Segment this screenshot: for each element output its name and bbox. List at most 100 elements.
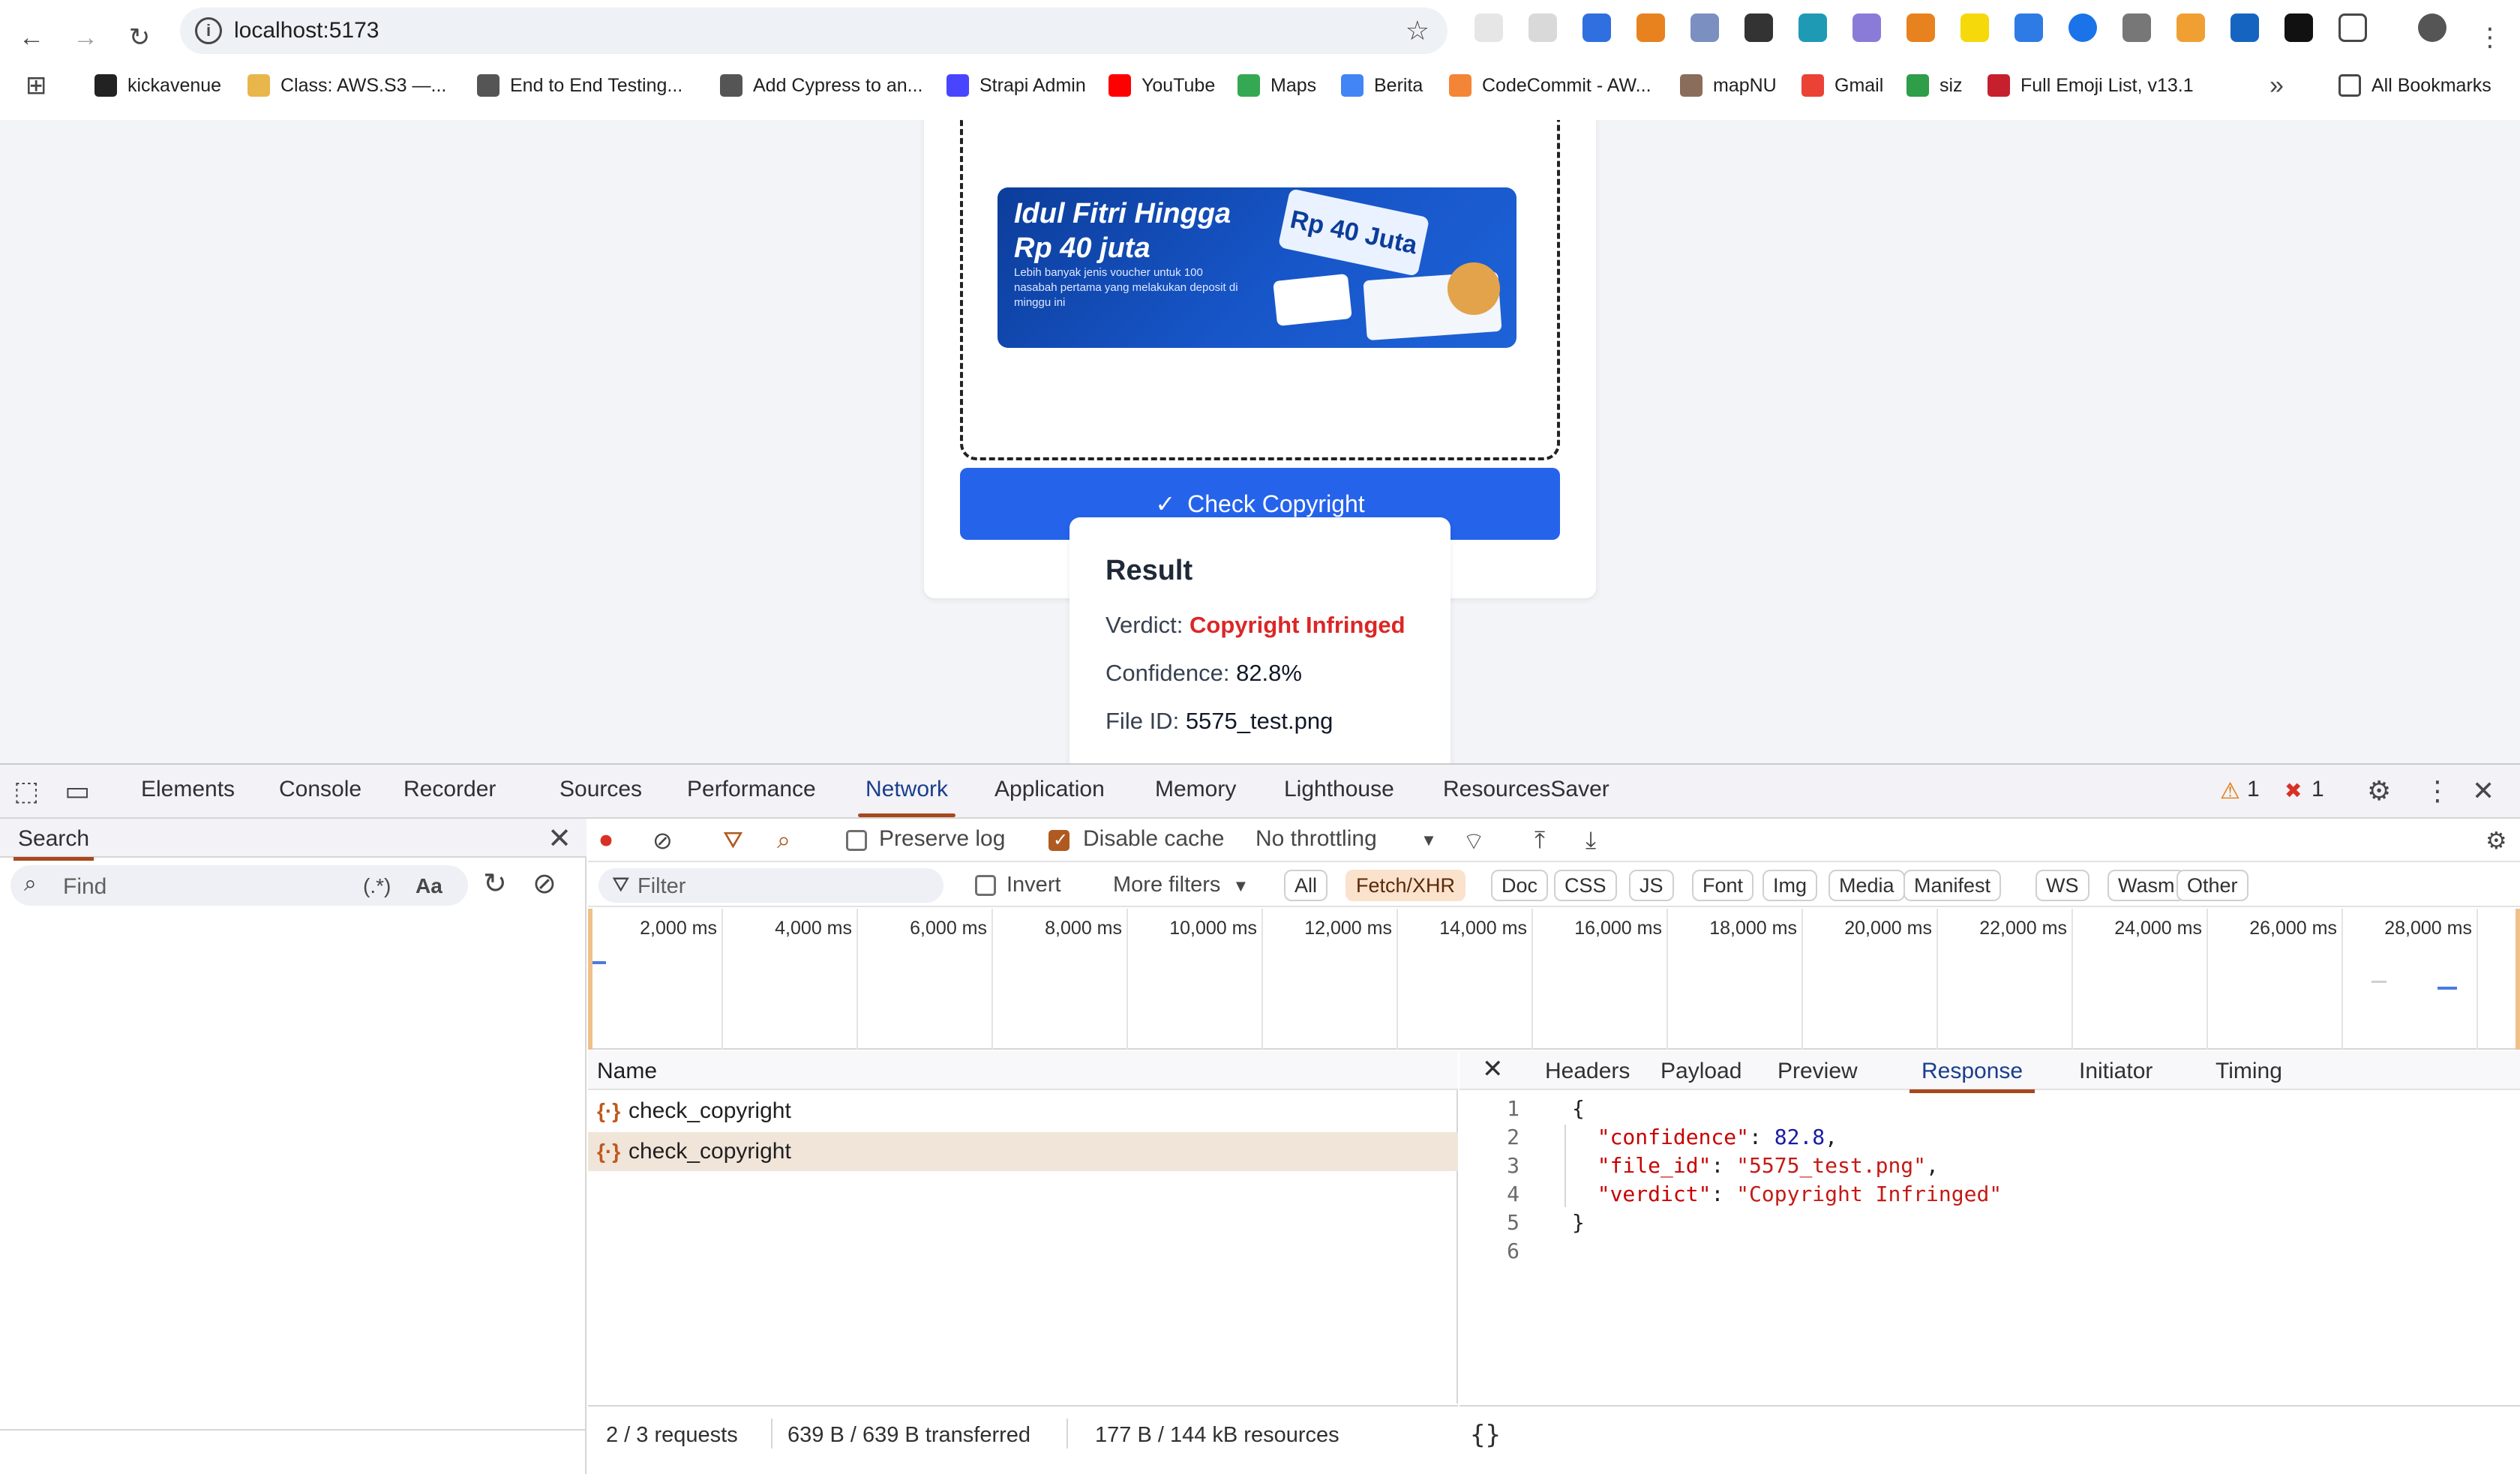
extension-icon[interactable] [2284,13,2313,42]
timeline-start-handle[interactable] [588,909,592,1050]
detail-tab-timing[interactable]: Timing [2216,1059,2282,1084]
record-icon[interactable]: ⏺ [600,826,612,855]
extension-icon[interactable] [1474,13,1503,42]
reload-icon[interactable]: ↻ [117,15,162,60]
filter-type-doc[interactable]: Doc [1491,870,1549,901]
filter-icon[interactable]: ⛛ [723,826,743,855]
tab-console[interactable]: Console [279,777,362,802]
clear-log-icon[interactable]: ⊘ [652,826,673,855]
bookmark-item[interactable]: Berita [1341,70,1423,100]
extension-icon[interactable] [2230,13,2259,42]
extension-icon[interactable] [1744,13,1773,42]
extension-icon[interactable] [1528,13,1557,42]
bookmark-item[interactable]: Gmail [1802,70,1883,100]
detail-tab-headers[interactable]: Headers [1545,1059,1630,1084]
tab-recorder[interactable]: Recorder [404,777,496,802]
site-info-icon[interactable]: i [195,17,222,44]
match-case-toggle[interactable]: Aa [416,874,442,898]
apps-grid-icon[interactable]: ⊞ [26,70,47,100]
bookmark-item[interactable]: End to End Testing... [477,70,682,100]
filter-type-all[interactable]: All [1284,870,1328,901]
extension-icon[interactable] [2122,13,2151,42]
bookmark-item[interactable]: siz [1906,70,1963,100]
tab-lighthouse[interactable]: Lighthouse [1284,777,1394,802]
errors-count[interactable]: 1 [2312,777,2324,802]
request-row[interactable]: {·} check_copyright [588,1132,1458,1171]
refresh-search-icon[interactable]: ↻ [483,867,507,900]
warning-icon[interactable]: ⚠ [2220,778,2240,804]
filter-input[interactable]: ⛛ Filter [598,868,944,903]
warnings-count[interactable]: 1 [2247,777,2260,802]
search-network-icon[interactable]: ⌕ [777,826,790,855]
metamask-icon[interactable] [1636,13,1665,42]
invert-checkbox[interactable] [975,875,996,896]
preserve-log-checkbox[interactable] [846,830,867,851]
extensions-puzzle-icon[interactable] [2338,13,2367,42]
devtools-settings-icon[interactable]: ⚙ [2367,775,2391,807]
filter-type-css[interactable]: CSS [1554,870,1617,901]
browser-menu-icon[interactable]: ⋮ [2468,15,2512,60]
bookmark-item[interactable]: CodeCommit - AW... [1449,70,1652,100]
name-column-header[interactable]: Name [588,1051,1458,1090]
devtools-close-icon[interactable]: ✕ [2472,775,2494,807]
more-bookmarks-icon[interactable]: » [2270,70,2284,100]
throttling-select[interactable]: No throttling ▼ [1256,826,1437,852]
bookmark-item[interactable]: kickavenue [94,70,221,100]
extension-icon[interactable] [1798,13,1827,42]
bookmark-item[interactable]: Maps [1238,70,1316,100]
bookmark-item[interactable]: Class: AWS.S3 —... [248,70,446,100]
detail-tab-preview[interactable]: Preview [1778,1059,1858,1084]
forward-icon[interactable]: → [63,15,108,60]
tab-network[interactable]: Network [857,777,956,817]
bookmark-item[interactable]: YouTube [1108,70,1215,100]
timeline-end-handle[interactable] [2516,909,2520,1050]
device-toolbar-icon[interactable]: ▭ [64,775,90,807]
tab-sources[interactable]: Sources [560,777,642,802]
filter-type-js[interactable]: JS [1629,870,1674,901]
extension-icon[interactable] [2014,13,2043,42]
extension-icon[interactable] [1690,13,1719,42]
export-har-icon[interactable]: ⤓ [1586,826,1596,855]
bookmark-item[interactable]: mapNU [1680,70,1777,100]
extension-icon[interactable] [1852,13,1881,42]
close-detail-icon[interactable]: ✕ [1482,1054,1504,1084]
request-row[interactable]: {·} check_copyright [588,1092,1458,1131]
extension-icon[interactable] [1960,13,1989,42]
network-timeline[interactable]: 2,000 ms 4,000 ms 6,000 ms 8,000 ms 10,000 m… [588,909,2520,1050]
bookmark-item[interactable]: Add Cypress to an... [720,70,923,100]
search-input[interactable]: ⌕ Find (.*) Aa [10,865,468,906]
tab-resourcessaver[interactable]: ResourcesSaver [1443,777,1610,802]
profile-avatar[interactable] [2418,13,2446,42]
tab-memory[interactable]: Memory [1155,777,1236,802]
tab-performance[interactable]: Performance [687,777,816,802]
bookmark-item[interactable]: Full Emoji List, v13.1 [1988,70,2194,100]
filter-type-wasm[interactable]: Wasm [2108,870,2186,901]
extension-icon[interactable] [1582,13,1611,42]
import-har-icon[interactable]: ⤒ [1534,826,1545,855]
detail-tab-response[interactable]: Response [1909,1059,2036,1093]
filter-type-manifest[interactable]: Manifest [1904,870,2002,901]
devtools-menu-icon[interactable]: ⋮ [2424,775,2451,807]
tab-application[interactable]: Application [994,777,1105,802]
search-tab[interactable]: Search [13,826,94,861]
detail-tab-initiator[interactable]: Initiator [2079,1059,2152,1084]
pretty-print-button[interactable]: {} [1470,1420,1501,1450]
filter-type-fetchxhr[interactable]: Fetch/XHR [1346,870,1466,901]
back-icon[interactable]: ← [9,15,54,60]
response-body[interactable]: 1 { 2 "confidence": 82.8, 3 "file_id": "5… [1460,1096,2520,1396]
filter-type-img[interactable]: Img [1762,870,1818,901]
tab-elements[interactable]: Elements [141,777,235,802]
filter-type-font[interactable]: Font [1692,870,1754,901]
clear-search-icon[interactable]: ⊘ [532,867,556,900]
close-search-icon[interactable]: ✕ [548,822,572,855]
error-icon[interactable]: ✖ [2284,778,2302,803]
address-bar[interactable]: i localhost:5173 ☆ [180,7,1448,54]
all-bookmarks[interactable]: All Bookmarks [2338,70,2492,100]
more-filters-dropdown[interactable]: More filters ▼ [1113,873,1249,897]
bookmark-star-icon[interactable]: ☆ [1406,15,1430,46]
bookmark-item[interactable]: Strapi Admin [946,70,1086,100]
extension-icon[interactable] [1906,13,1935,42]
filter-type-media[interactable]: Media [1828,870,1905,901]
network-settings-icon[interactable]: ⚙ [2486,826,2507,855]
filter-type-ws[interactable]: WS [2036,870,2090,901]
